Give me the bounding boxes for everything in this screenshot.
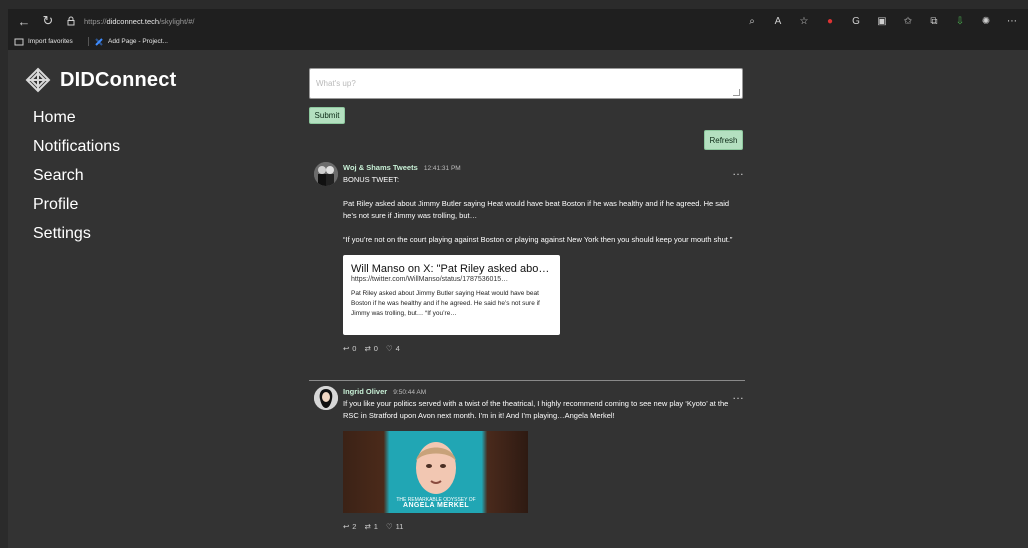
- refresh-button[interactable]: Refresh: [704, 130, 743, 150]
- link-url: https://twitter.com/WillManso/status/178…: [351, 276, 509, 283]
- g-icon[interactable]: G: [848, 13, 864, 29]
- more-options-icon[interactable]: …: [732, 388, 744, 402]
- download-icon[interactable]: ⇩: [952, 13, 968, 29]
- reply-action[interactable]: ↩ 2: [343, 522, 356, 531]
- post-text: Pat Riley asked about Jimmy Butler sayin…: [343, 199, 730, 220]
- favorites-icon[interactable]: ✩: [900, 13, 916, 29]
- link-preview-card[interactable]: Will Manso on X: "Pat Riley asked abo… h…: [343, 255, 560, 335]
- import-icon: [14, 37, 24, 47]
- reload-button[interactable]: ↻: [38, 9, 58, 33]
- textarea-resize-handle[interactable]: [733, 89, 740, 96]
- bookmarks-bar: Import favorites Add Page - Project...: [8, 33, 1028, 51]
- back-arrow-icon: ←: [17, 13, 31, 29]
- bookmark-separator: [88, 37, 89, 46]
- repost-icon: ⇄: [364, 521, 371, 531]
- heart-icon: ♡: [385, 343, 393, 353]
- nav-notifications[interactable]: Notifications: [33, 137, 120, 166]
- link-description: Pat Riley asked about Jimmy Butler sayin…: [351, 290, 540, 317]
- post-text: BONUS TWEET:: [343, 175, 400, 184]
- link-title: Will Manso on X: "Pat Riley asked abo…: [351, 263, 550, 275]
- post-actions: ↩ 0 ⇄ 0 ♡ 4: [343, 341, 733, 355]
- reply-action[interactable]: ↩ 0: [343, 344, 356, 353]
- post-content: Ingrid Oliver 9:50:44 AM If you like you…: [343, 386, 733, 533]
- lock-icon: [66, 16, 76, 26]
- like-count: 11: [395, 521, 404, 531]
- more-options-icon[interactable]: …: [732, 164, 744, 178]
- image-caption-line2: ANGELA MERKEL: [403, 502, 469, 509]
- post-time: 12:41:31 PM: [423, 165, 461, 172]
- avatar[interactable]: [314, 162, 338, 186]
- like-action[interactable]: ♡ 4: [386, 344, 400, 353]
- repost-action[interactable]: ⇄ 0: [364, 344, 377, 353]
- adblock-icon[interactable]: ●: [822, 13, 838, 29]
- post-text: “If you’re not on the court playing agai…: [343, 235, 733, 244]
- address-bar[interactable]: https:// didconnect.tech /skylight/#/: [66, 12, 211, 30]
- url-protocol: https://: [84, 16, 107, 26]
- post-input[interactable]: [310, 69, 742, 98]
- repost-count: 0: [373, 343, 378, 353]
- collections-icon[interactable]: ⧉: [926, 13, 942, 29]
- repost-action[interactable]: ⇄ 1: [364, 522, 377, 531]
- post-text: If you like your politics served with a …: [343, 399, 729, 420]
- post-divider: [309, 380, 745, 381]
- url-host: didconnect.tech: [106, 16, 160, 26]
- repost-icon: ⇄: [364, 343, 371, 353]
- composer: [309, 68, 743, 99]
- bookmark-label: Add Page - Project...: [108, 38, 168, 45]
- reply-count: 2: [352, 521, 357, 531]
- post-actions: ↩ 2 ⇄ 1 ♡ 11: [343, 519, 733, 533]
- post-meta: Woj & Shams Tweets 12:41:31 PM: [343, 162, 733, 174]
- app-area: DIDConnect Home Notifications Search Pro…: [8, 50, 1028, 548]
- bookmark-add-page-project[interactable]: Add Page - Project...: [94, 33, 168, 50]
- back-button[interactable]: ←: [14, 9, 34, 33]
- repost-count: 1: [373, 521, 378, 531]
- heart-icon: ♡: [385, 521, 393, 531]
- bookmark-label: Import favorites: [28, 38, 73, 45]
- nav-home[interactable]: Home: [33, 108, 120, 137]
- post-meta: Ingrid Oliver 9:50:44 AM: [343, 386, 733, 398]
- submit-button[interactable]: Submit: [309, 107, 345, 124]
- reply-icon: ↩: [343, 343, 350, 353]
- split-icon[interactable]: ▣: [874, 13, 890, 29]
- copilot-icon[interactable]: ✺: [978, 13, 994, 29]
- read-aloud-icon[interactable]: A: [770, 13, 786, 29]
- post-author[interactable]: Ingrid Oliver: [343, 387, 387, 396]
- toolbar-icons: ⌕ A ☆ ● G ▣ ✩ ⧉ ⇩ ✺ ⋯: [744, 9, 1020, 33]
- star-icon[interactable]: ☆: [796, 13, 812, 29]
- reply-count: 0: [352, 343, 357, 353]
- post-image[interactable]: THE REMARKABLE ODYSSEY OF ANGELA MERKEL: [343, 431, 528, 513]
- like-action[interactable]: ♡ 11: [386, 522, 404, 531]
- reload-icon: ↻: [42, 13, 54, 28]
- logo-icon: [25, 67, 51, 93]
- more-icon[interactable]: ⋯: [1004, 13, 1020, 29]
- post-author[interactable]: Woj & Shams Tweets: [343, 163, 418, 172]
- url-path: /skylight/#/: [159, 16, 195, 26]
- nav-settings[interactable]: Settings: [33, 224, 120, 253]
- post-content: Woj & Shams Tweets 12:41:31 PM BONUS TWE…: [343, 162, 733, 355]
- nav-profile[interactable]: Profile: [33, 195, 120, 224]
- search-icon[interactable]: ⌕: [744, 13, 760, 29]
- brand[interactable]: DIDConnect: [25, 67, 176, 93]
- nav-search[interactable]: Search: [33, 166, 120, 195]
- sidebar-nav: Home Notifications Search Profile Settin…: [33, 108, 120, 253]
- avatar[interactable]: [314, 386, 338, 410]
- project-icon: [94, 37, 104, 47]
- brand-name: DIDConnect: [60, 68, 177, 91]
- post-time: 9:50:44 AM: [393, 389, 427, 396]
- bookmark-import-favorites[interactable]: Import favorites: [14, 33, 73, 50]
- like-count: 4: [395, 343, 400, 353]
- reply-icon: ↩: [343, 521, 350, 531]
- image-caption: THE REMARKABLE ODYSSEY OF ANGELA MERKEL: [391, 497, 481, 509]
- browser-toolbar: ← ↻ https:// didconnect.tech /skylight/#…: [8, 9, 1028, 33]
- window-top-border: [0, 0, 1028, 8]
